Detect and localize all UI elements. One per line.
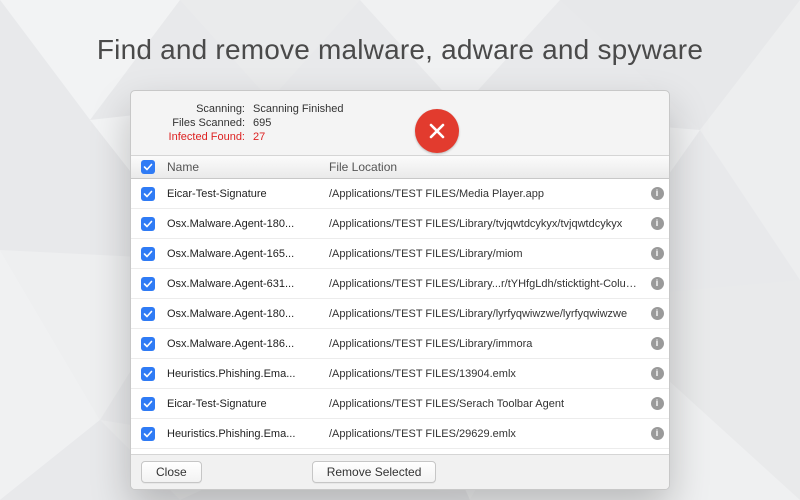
file-location: /Applications/TEST FILES/Library/immora xyxy=(325,338,645,350)
files-scanned-label: Files Scanned: xyxy=(145,117,245,129)
threat-name: Eicar-Test-Signature xyxy=(165,398,325,410)
table-row[interactable]: Heuristics.Phishing.Ema.../Applications/… xyxy=(131,419,669,449)
threat-name: Osx.Malware.Agent-186... xyxy=(165,338,325,350)
threat-name: Eicar-Test-Signature xyxy=(165,188,325,200)
file-location: /Applications/TEST FILES/Library...r/tYH… xyxy=(325,278,645,290)
table-row[interactable]: Eicar-Test-Signature/Applications/TEST F… xyxy=(131,389,669,419)
scanning-label: Scanning: xyxy=(145,103,245,115)
row-checkbox[interactable] xyxy=(141,427,155,441)
column-header-row: Name File Location xyxy=(131,155,669,179)
page-headline: Find and remove malware, adware and spyw… xyxy=(0,34,800,66)
row-checkbox[interactable] xyxy=(141,277,155,291)
window-footer: Close Remove Selected xyxy=(131,454,669,489)
results-list[interactable]: Eicar-Test-Signature/Applications/TEST F… xyxy=(131,179,669,454)
column-header-location[interactable]: File Location xyxy=(325,160,645,174)
row-checkbox[interactable] xyxy=(141,397,155,411)
row-checkbox[interactable] xyxy=(141,367,155,381)
threat-name: Osx.Malware.Agent-631... xyxy=(165,278,325,290)
threat-name: Osx.Malware.Agent-180... xyxy=(165,308,325,320)
threat-name: Heuristics.Phishing.Ema... xyxy=(165,428,325,440)
file-location: /Applications/TEST FILES/Serach Toolbar … xyxy=(325,398,645,410)
table-row[interactable]: Heuristics.Phishing.Ema.../Applications/… xyxy=(131,359,669,389)
table-row[interactable]: Eicar-Test-Signature/Applications/TEST F… xyxy=(131,179,669,209)
infected-found-label: Infected Found: xyxy=(145,131,245,143)
scan-results-window: Scanning: Scanning Finished Files Scanne… xyxy=(130,90,670,490)
row-checkbox[interactable] xyxy=(141,217,155,231)
table-row[interactable]: Osx.Malware.Agent-186.../Applications/TE… xyxy=(131,329,669,359)
file-location: /Applications/TEST FILES/Library/lyrfyqw… xyxy=(325,308,645,320)
info-icon[interactable]: i xyxy=(651,277,664,290)
stop-scan-button[interactable] xyxy=(415,109,459,153)
info-icon[interactable]: i xyxy=(651,397,664,410)
info-icon[interactable]: i xyxy=(651,247,664,260)
row-checkbox[interactable] xyxy=(141,307,155,321)
info-icon[interactable]: i xyxy=(651,427,664,440)
column-header-name[interactable]: Name xyxy=(165,160,325,174)
table-row[interactable]: Osx.Malware.Agent-165.../Applications/TE… xyxy=(131,239,669,269)
info-icon[interactable]: i xyxy=(651,307,664,320)
table-row[interactable]: Osx.Malware.Agent-631.../Applications/TE… xyxy=(131,269,669,299)
file-location: /Applications/TEST FILES/Media Player.ap… xyxy=(325,188,645,200)
file-location: /Applications/TEST FILES/Library/miom xyxy=(325,248,645,260)
scan-summary: Scanning: Scanning Finished Files Scanne… xyxy=(131,91,669,155)
infected-found-value: 27 xyxy=(253,131,265,143)
file-location: /Applications/TEST FILES/29629.emlx xyxy=(325,428,645,440)
table-row[interactable]: Osx.Malware.Agent-180.../Applications/TE… xyxy=(131,299,669,329)
info-icon[interactable]: i xyxy=(651,337,664,350)
scanning-value: Scanning Finished xyxy=(253,103,344,115)
row-checkbox[interactable] xyxy=(141,247,155,261)
file-location: /Applications/TEST FILES/Library/tvjqwtd… xyxy=(325,218,645,230)
info-icon[interactable]: i xyxy=(651,217,664,230)
info-icon[interactable]: i xyxy=(651,367,664,380)
select-all-checkbox[interactable] xyxy=(141,160,155,174)
threat-name: Osx.Malware.Agent-165... xyxy=(165,248,325,260)
remove-selected-button[interactable]: Remove Selected xyxy=(312,461,437,483)
close-button[interactable]: Close xyxy=(141,461,202,483)
files-scanned-value: 695 xyxy=(253,117,271,129)
file-location: /Applications/TEST FILES/13904.emlx xyxy=(325,368,645,380)
info-icon[interactable]: i xyxy=(651,187,664,200)
row-checkbox[interactable] xyxy=(141,187,155,201)
close-icon xyxy=(427,121,447,141)
table-row[interactable]: Osx.Malware.Agent-180.../Applications/TE… xyxy=(131,209,669,239)
threat-name: Osx.Malware.Agent-180... xyxy=(165,218,325,230)
row-checkbox[interactable] xyxy=(141,337,155,351)
threat-name: Heuristics.Phishing.Ema... xyxy=(165,368,325,380)
